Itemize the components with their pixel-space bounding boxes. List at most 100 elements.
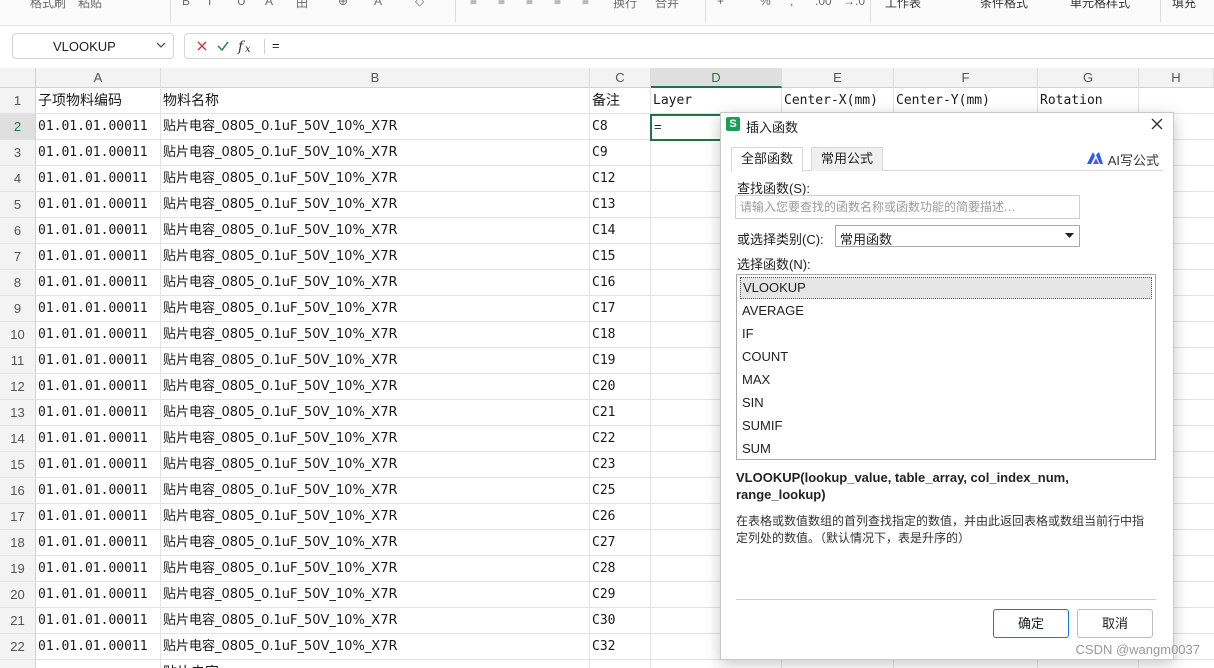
cell-note[interactable]: C30 bbox=[592, 608, 648, 634]
cell-material-code[interactable]: 01.01.01.00011 bbox=[38, 270, 158, 296]
header-cell-d[interactable]: Layer bbox=[653, 88, 780, 114]
function-list-item[interactable]: SUMIF bbox=[740, 415, 1152, 437]
row-header-22[interactable]: 22 bbox=[0, 634, 36, 660]
row-header-20[interactable]: 20 bbox=[0, 582, 36, 608]
row-header-18[interactable]: 18 bbox=[0, 530, 36, 556]
row-header-3[interactable]: 3 bbox=[0, 140, 36, 166]
row-header-7[interactable]: 7 bbox=[0, 244, 36, 270]
row-header-13[interactable]: 13 bbox=[0, 400, 36, 426]
cell-note[interactable]: C13 bbox=[592, 192, 648, 218]
column-header-d[interactable]: D bbox=[651, 68, 782, 88]
cell-material-code[interactable]: 01.01.01.00011 bbox=[38, 426, 158, 452]
function-list-item[interactable]: MAX bbox=[740, 369, 1152, 391]
select-all-corner[interactable] bbox=[0, 68, 36, 88]
dropdown-arrow-icon[interactable] bbox=[1065, 233, 1074, 239]
ribbon-item[interactable]: + bbox=[717, 0, 724, 8]
ok-button[interactable]: 确定 bbox=[993, 609, 1069, 638]
cell-note[interactable]: C32 bbox=[592, 634, 648, 660]
ribbon-item[interactable]: ≡ bbox=[470, 0, 477, 8]
cell-material-code[interactable]: 01.01.01.00011 bbox=[38, 166, 158, 192]
row-header-6[interactable]: 6 bbox=[0, 218, 36, 244]
header-cell-c[interactable]: 备注 bbox=[592, 88, 649, 114]
cell-material-code[interactable]: 01.01.01.00011 bbox=[38, 504, 158, 530]
cell-material-code[interactable]: 01.01.01.00011 bbox=[38, 348, 158, 374]
ribbon-item[interactable]: 田 bbox=[296, 0, 308, 11]
ribbon-item[interactable]: 粘贴 bbox=[78, 0, 102, 11]
cell-note[interactable]: C14 bbox=[592, 218, 648, 244]
cell-material-code[interactable]: 01.01.01.00011 bbox=[38, 322, 158, 348]
ribbon-item[interactable]: 单元格样式 bbox=[1070, 0, 1130, 11]
category-select[interactable]: 常用函数 bbox=[835, 225, 1080, 247]
ribbon-item[interactable]: .00 bbox=[815, 0, 832, 8]
cell-material-code[interactable]: 01.01.01.00011 bbox=[38, 478, 158, 504]
row-header-1[interactable]: 1 bbox=[0, 88, 36, 114]
ribbon-item[interactable]: ◇ bbox=[415, 0, 424, 8]
row-header-16[interactable]: 16 bbox=[0, 478, 36, 504]
cell-note[interactable]: C28 bbox=[592, 556, 648, 582]
function-list-item[interactable]: IF bbox=[740, 323, 1152, 345]
cell-note[interactable]: C12 bbox=[592, 166, 648, 192]
function-list-item[interactable]: AVERAGE bbox=[740, 300, 1152, 322]
cell-material-name[interactable]: 贴片电容_0805_0.1uF_50V_10%_X7R bbox=[163, 426, 587, 452]
row-header-8[interactable]: 8 bbox=[0, 270, 36, 296]
ribbon-item[interactable]: 格式刷 bbox=[30, 0, 66, 11]
cell-note[interactable]: C8 bbox=[592, 114, 648, 140]
name-box[interactable]: VLOOKUP bbox=[12, 33, 174, 59]
ribbon-item[interactable]: →.0 bbox=[843, 0, 865, 8]
formula-input[interactable]: fx = bbox=[184, 33, 1214, 59]
ribbon-item[interactable]: A bbox=[374, 0, 382, 8]
function-list-item[interactable]: COUNT bbox=[740, 346, 1152, 368]
ribbon-item[interactable]: ≡ bbox=[526, 0, 533, 8]
cell-material-name[interactable]: 贴片电容_0805_0.1uF_50V_10%_X7R bbox=[163, 322, 587, 348]
cell-note[interactable]: C27 bbox=[592, 530, 648, 556]
cell-material-name[interactable]: 贴片电容_0805_0.1uF_50V_10%_X7R bbox=[163, 478, 587, 504]
cell-material-code[interactable]: 01.01.01.00011 bbox=[38, 452, 158, 478]
ribbon-item[interactable]: 工作表 bbox=[885, 0, 921, 11]
ribbon-item[interactable]: I bbox=[208, 0, 211, 8]
header-cell-a[interactable]: 子项物料编码 bbox=[38, 88, 159, 114]
column-header-b[interactable]: B bbox=[161, 68, 590, 88]
cell-material-code[interactable]: 01.01.01.00011 bbox=[38, 244, 158, 270]
cell-material-code[interactable]: 01.01.01.00011 bbox=[38, 400, 158, 426]
cell-material-code[interactable]: 01.01.01.00011 bbox=[38, 634, 158, 660]
cell-note[interactable]: C22 bbox=[592, 426, 648, 452]
cell-material-name[interactable]: 贴片电容_0805_0.1uF_50V_10%_X7R bbox=[163, 140, 587, 166]
row-header-11[interactable]: 11 bbox=[0, 348, 36, 374]
cell-material-code[interactable]: 01.01.01.00011 bbox=[38, 114, 158, 140]
cell-note[interactable]: C19 bbox=[592, 348, 648, 374]
cell-material-name[interactable]: 贴片电容_0805_0.1uF_50V_10%_X7R bbox=[163, 218, 587, 244]
chevron-down-icon[interactable] bbox=[155, 38, 167, 52]
row-header-4[interactable]: 4 bbox=[0, 166, 36, 192]
cell-material-name[interactable]: 贴片电容_0805_0.1uF_50V_10%_X7R bbox=[163, 244, 587, 270]
header-cell-e[interactable]: Center-X(mm) bbox=[784, 88, 892, 114]
cell-note[interactable]: C15 bbox=[592, 244, 648, 270]
ribbon-item[interactable]: 合并 bbox=[655, 0, 679, 11]
cell-note[interactable]: C9 bbox=[592, 140, 648, 166]
ribbon-item[interactable]: % bbox=[760, 0, 771, 8]
insert-function-fx-icon[interactable]: fx bbox=[237, 37, 257, 55]
dialog-titlebar[interactable]: S 插入函数 bbox=[721, 113, 1173, 137]
cell-note[interactable]: C20 bbox=[592, 374, 648, 400]
cell-material-name[interactable]: 贴片电容_0805_0.1uF_50V_10%_X7R bbox=[163, 452, 587, 478]
tab-all-functions[interactable]: 全部函数 bbox=[731, 147, 804, 172]
cell-material-code[interactable]: 01.01.01.00011 bbox=[38, 296, 158, 322]
cell-material-code[interactable]: 01.01.01.00011 bbox=[38, 608, 158, 634]
row-header-9[interactable]: 9 bbox=[0, 296, 36, 322]
confirm-check-icon[interactable] bbox=[216, 38, 230, 54]
row-header-14[interactable]: 14 bbox=[0, 426, 36, 452]
cell-note[interactable]: C16 bbox=[592, 270, 648, 296]
close-icon[interactable] bbox=[1149, 116, 1165, 132]
column-header-f[interactable]: F bbox=[894, 68, 1038, 88]
cell-note[interactable]: C21 bbox=[592, 400, 648, 426]
row-header-15[interactable]: 15 bbox=[0, 452, 36, 478]
cell-material-code[interactable]: 01.01.01.00011 bbox=[38, 218, 158, 244]
header-cell-b[interactable]: 物料名称 bbox=[163, 88, 588, 114]
cell-note[interactable]: C29 bbox=[592, 582, 648, 608]
cell-note[interactable]: C17 bbox=[592, 296, 648, 322]
function-list-item[interactable]: SUM bbox=[740, 438, 1152, 460]
header-cell-g[interactable]: Rotation bbox=[1040, 88, 1137, 114]
cell-material-name[interactable]: 贴片电容_0805_0.1uF_50V_10%_X7R bbox=[163, 348, 587, 374]
cell-material-name[interactable]: 贴片电容_0805_0.1uF_50V_10%_X7R bbox=[163, 634, 587, 660]
cell-material-name[interactable]: 贴片电容_0805_0.1uF_50V_10%_X7R bbox=[163, 374, 587, 400]
header-cell-f[interactable]: Center-Y(mm) bbox=[896, 88, 1036, 114]
